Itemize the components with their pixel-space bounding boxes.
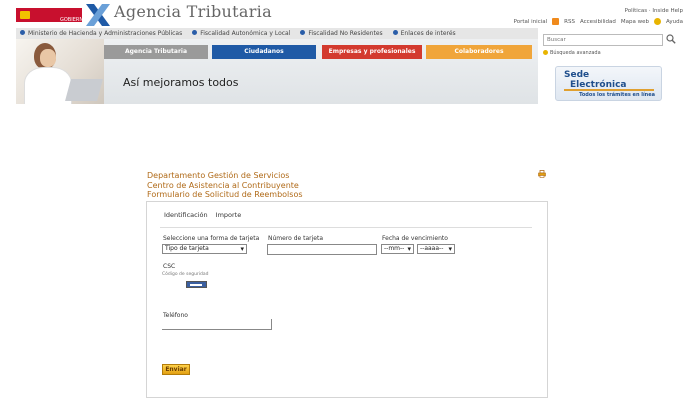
card-number-label: Número de tarjeta [268,235,324,242]
search-icon[interactable] [666,34,676,44]
chevron-down-icon: ▾ [448,245,452,253]
form-heading: Departamento Gestión de Servicios Centro… [147,171,303,200]
nav-link-nonresidents[interactable]: Fiscalidad No Residentes [300,30,383,37]
chevron-down-icon: ▾ [407,245,411,253]
tab-importe[interactable]: Importe [216,211,242,219]
form-tabs: Identificación Importe [164,211,241,219]
phone-input[interactable] [162,319,272,330]
cvv-hint: Código de seguridad [162,272,209,277]
card-type-label: Seleccione una forma de tarjeta [163,235,260,242]
chevron-down-icon: ▾ [240,245,244,253]
form-panel [146,201,548,398]
tab-ciudadanos[interactable]: Ciudadanos [212,45,316,59]
tab-identificacion[interactable]: Identificación [164,211,208,219]
spain-government-logo[interactable]: GOBIERNO DE ESPAÑA [16,8,87,35]
expiry-year-select[interactable]: --aaaa-- ▾ [417,244,455,254]
language-links[interactable]: Políticas · Inside Help [625,8,683,14]
cvv-card-icon [186,281,207,288]
banner-slogan: Así mejoramos todos [123,76,239,89]
tab-colaboradores[interactable]: Colaboradores [426,45,532,59]
card-number-input[interactable] [267,244,377,255]
sede-tagline: Todos los trámites en línea [579,92,655,98]
expiry-month-select[interactable]: --mm-- ▾ [381,244,414,254]
card-type-select[interactable]: Tipo de tarjeta ▾ [162,244,247,254]
secondary-nav: Ministerio de Hacienda y Administracione… [20,30,456,37]
bullet-icon [543,50,548,55]
top-link-accessibility[interactable]: Accesibilidad [580,19,616,25]
heading-line-2: Centro de Asistencia al Contribuyente [147,180,299,190]
top-link-sitemap[interactable]: Mapa web [621,19,649,25]
agency-title[interactable]: Agencia Tributaria [114,2,272,21]
search-input[interactable]: Buscar [543,34,663,46]
advanced-search-link[interactable]: Búsqueda avanzada [543,50,601,56]
sede-underline [564,89,654,91]
sede-electronica-button[interactable]: Sede Electrónica Todos los trámites en l… [555,66,662,101]
banner-photo [16,39,104,104]
phone-label: Teléfono [163,312,188,319]
print-icon[interactable] [538,170,546,178]
nav-link-ministry[interactable]: Ministerio de Hacienda y Administracione… [20,30,182,37]
cvv-label: CSC [163,263,176,270]
expiry-label: Fecha de vencimiento [382,235,448,242]
heading-line-1: Departamento Gestión de Servicios [147,171,290,180]
divider [160,227,532,228]
nav-link-regional[interactable]: Fiscalidad Autonómica y Local [192,30,290,37]
tab-agencia-tributaria[interactable]: Agencia Tributaria [104,45,208,59]
sede-title: Sede [564,70,590,80]
bullet-icon [300,30,306,35]
rss-icon[interactable] [552,18,560,25]
bullet-icon [192,30,198,35]
nav-link-links[interactable]: Enlaces de interés [392,30,456,37]
submit-button[interactable]: Enviar [162,364,190,375]
top-link-home[interactable]: Portal inicial [514,19,548,25]
bullet-icon [392,30,398,35]
agency-logo-icon[interactable] [86,4,110,26]
top-links: Portal inicial RSS Accesibilidad Mapa we… [514,18,683,25]
heading-line-3: Formulario de Solicitud de Reembolsos [147,190,303,199]
top-link-rss[interactable]: RSS [564,19,575,25]
bullet-icon [20,30,25,35]
tab-empresas[interactable]: Empresas y profesionales [322,45,422,59]
top-link-help[interactable]: Ayuda [666,19,683,25]
help-icon[interactable] [654,18,661,25]
